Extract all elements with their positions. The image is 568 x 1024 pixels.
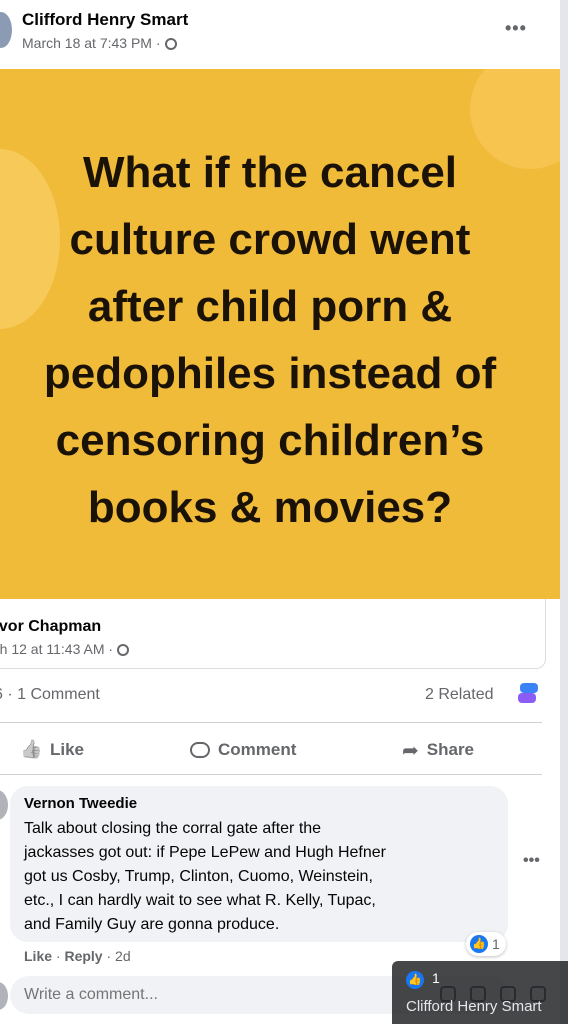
comment-text: Talk about closing the corral gate after… [24, 820, 386, 933]
post-author[interactable]: Clifford Henry Smart [22, 10, 188, 30]
more-horizontal-icon[interactable]: ••• [505, 18, 535, 38]
shared-post-timestamp[interactable]: rch 12 at 11:43 AM · [0, 641, 130, 657]
shared-post-author[interactable]: evor Chapman [0, 618, 101, 636]
comment-label: Comment [218, 740, 297, 759]
thumbs-up-icon [20, 739, 42, 761]
comment-actions: Like · Reply · 2d [24, 948, 131, 964]
globe-icon [117, 644, 130, 656]
commenter-name[interactable]: Vernon Tweedie [24, 795, 137, 812]
share-label: Share [426, 740, 475, 759]
reaction-comment-count[interactable]: 6 · 1 Comment [0, 686, 100, 704]
related-icon[interactable] [518, 683, 538, 705]
related-link[interactable]: 2 Related [425, 686, 494, 704]
like-reaction-icon: 👍 [406, 970, 424, 989]
share-arrow-icon: ➦ [402, 739, 419, 762]
image-quote-text: What if the cancel culture crowd went af… [43, 148, 497, 532]
post-timestamp[interactable]: March 18 at 7:43 PM · [22, 35, 177, 51]
comment-button[interactable]: Comment [190, 737, 296, 763]
page-background [560, 0, 568, 1024]
comment-reaction-count: 1 [492, 936, 500, 952]
comment-reaction-badge[interactable]: 👍 1 [466, 932, 506, 956]
comment-more-icon[interactable]: ••• [523, 852, 540, 870]
comment-bubble-icon [190, 742, 210, 758]
like-reaction-icon: 👍 [470, 935, 488, 953]
like-label: Like [50, 740, 85, 759]
post-time-text: March 18 at 7:43 PM · [22, 35, 161, 51]
comment-age[interactable]: 2d [115, 948, 131, 964]
share-button[interactable]: ➦ Share [402, 737, 474, 763]
tooltip-count: 1 [432, 970, 440, 986]
shared-post-image[interactable]: What if the cancel culture crowd went af… [0, 69, 560, 599]
divider [0, 774, 542, 775]
tooltip-reactor-name: Clifford Henry Smart [406, 998, 542, 1015]
comment-like-link[interactable]: Like [24, 948, 52, 964]
like-button[interactable]: Like [20, 737, 84, 763]
divider [0, 722, 542, 723]
shared-time-text: rch 12 at 11:43 AM · [0, 641, 114, 657]
globe-icon [164, 38, 177, 50]
comment-reply-link[interactable]: Reply [64, 948, 102, 964]
